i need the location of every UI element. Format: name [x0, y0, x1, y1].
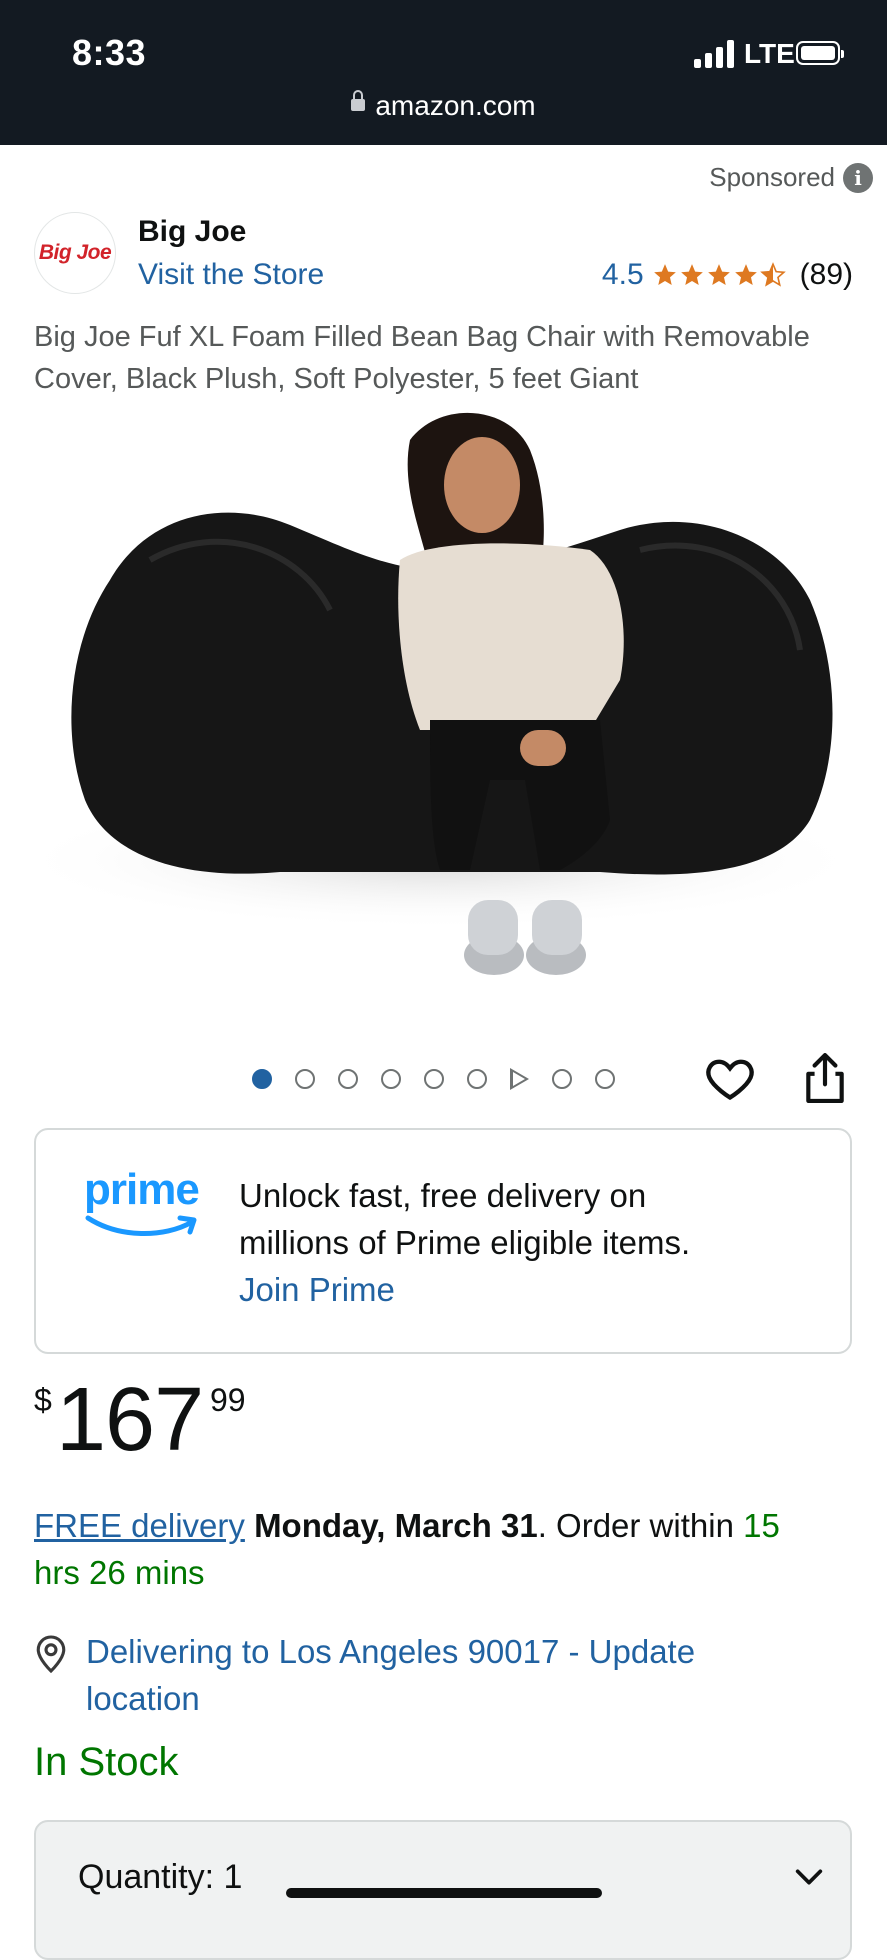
visit-store-link[interactable]: Visit the Store: [138, 258, 324, 292]
carousel-dot[interactable]: [338, 1069, 358, 1089]
rating-value: 4.5: [601, 258, 644, 291]
stock-status: In Stock: [34, 1740, 179, 1784]
carousel-dot[interactable]: [381, 1069, 401, 1089]
brand-logo-text: Big Joe: [38, 241, 112, 264]
location-pin-icon: [36, 1635, 66, 1674]
battery-icon: [796, 41, 844, 65]
review-count: (89): [799, 258, 853, 291]
quantity-label-text: Quantity:: [78, 1858, 215, 1896]
status-bar: 8:33 LTE amazon.com: [0, 0, 887, 145]
carousel-dot[interactable]: [424, 1069, 444, 1089]
video-play-icon[interactable]: [510, 1068, 529, 1090]
price-whole: 167: [56, 1370, 204, 1470]
carousel-dot[interactable]: [552, 1069, 572, 1089]
star-icon: [707, 264, 730, 285]
prime-promo-card[interactable]: prime Unlock fast, free delivery on mill…: [34, 1128, 852, 1354]
order-within-text: . Order within: [537, 1507, 744, 1544]
prime-logo-text: prime: [84, 1165, 200, 1214]
prime-logo: prime: [84, 1168, 204, 1248]
address-bar[interactable]: amazon.com: [0, 89, 887, 122]
free-delivery-link[interactable]: FREE delivery: [34, 1507, 245, 1544]
carousel-dot[interactable]: [467, 1069, 487, 1089]
price-currency: $: [34, 1382, 52, 1418]
location-text[interactable]: Delivering to Los Angeles 90017 - Update…: [86, 1628, 864, 1722]
lock-icon: [351, 89, 366, 111]
time-left-rest: hrs 26 mins: [34, 1554, 205, 1591]
brand-name: Big Joe: [138, 215, 247, 248]
star-icon: [653, 264, 676, 285]
location-line-2: location: [86, 1680, 200, 1717]
delivery-date: Monday, March 31: [254, 1507, 538, 1544]
price-fraction: 99: [210, 1382, 246, 1418]
star-rating: [652, 262, 786, 288]
info-icon[interactable]: i: [843, 162, 873, 193]
brand-logo[interactable]: Big Joe: [34, 212, 116, 294]
carousel-dot[interactable]: [595, 1069, 615, 1089]
time-left-hours: 15: [743, 1507, 780, 1544]
carousel-dot[interactable]: [252, 1069, 272, 1089]
heart-icon[interactable]: [704, 1052, 756, 1104]
sponsored-text: Sponsored: [709, 162, 835, 192]
product-image[interactable]: [0, 400, 887, 1000]
join-prime-link[interactable]: Join Prime: [239, 1266, 690, 1313]
share-icon[interactable]: [800, 1050, 850, 1106]
image-carousel-dots[interactable]: [252, 1064, 615, 1094]
quantity-label: Quantity: 1: [78, 1858, 242, 1897]
network-type: LTE: [744, 38, 795, 69]
star-icon: [734, 264, 757, 285]
url-text: amazon.com: [375, 90, 536, 121]
delivery-info: FREE delivery Monday, March 31. Order wi…: [34, 1502, 864, 1596]
delivery-location[interactable]: Delivering to Los Angeles 90017 - Update…: [34, 1628, 864, 1722]
product-title: Big Joe Fuf XL Foam Filled Bean Bag Chai…: [34, 321, 810, 395]
home-indicator[interactable]: [286, 1888, 602, 1898]
prime-smile-icon: [85, 1215, 197, 1237]
location-line-1: Delivering to Los Angeles 90017 - Update: [86, 1633, 696, 1670]
half-star-icon: [759, 262, 786, 287]
rating-summary[interactable]: 4.5 (89): [602, 258, 853, 292]
carousel-dot[interactable]: [295, 1069, 315, 1089]
quantity-value: 1: [223, 1858, 243, 1896]
star-icon: [680, 264, 703, 285]
prime-line-1: Unlock fast, free delivery on: [239, 1177, 647, 1214]
signal-icon: [694, 40, 736, 68]
chevron-down-icon: [795, 1869, 823, 1885]
status-time: 8:33: [72, 32, 147, 73]
prime-line-2: millions of Prime eligible items.: [239, 1224, 691, 1261]
sponsored-label[interactable]: Sponsored i: [709, 162, 873, 193]
prime-promo-text: Unlock fast, free delivery on millions o…: [239, 1172, 690, 1313]
